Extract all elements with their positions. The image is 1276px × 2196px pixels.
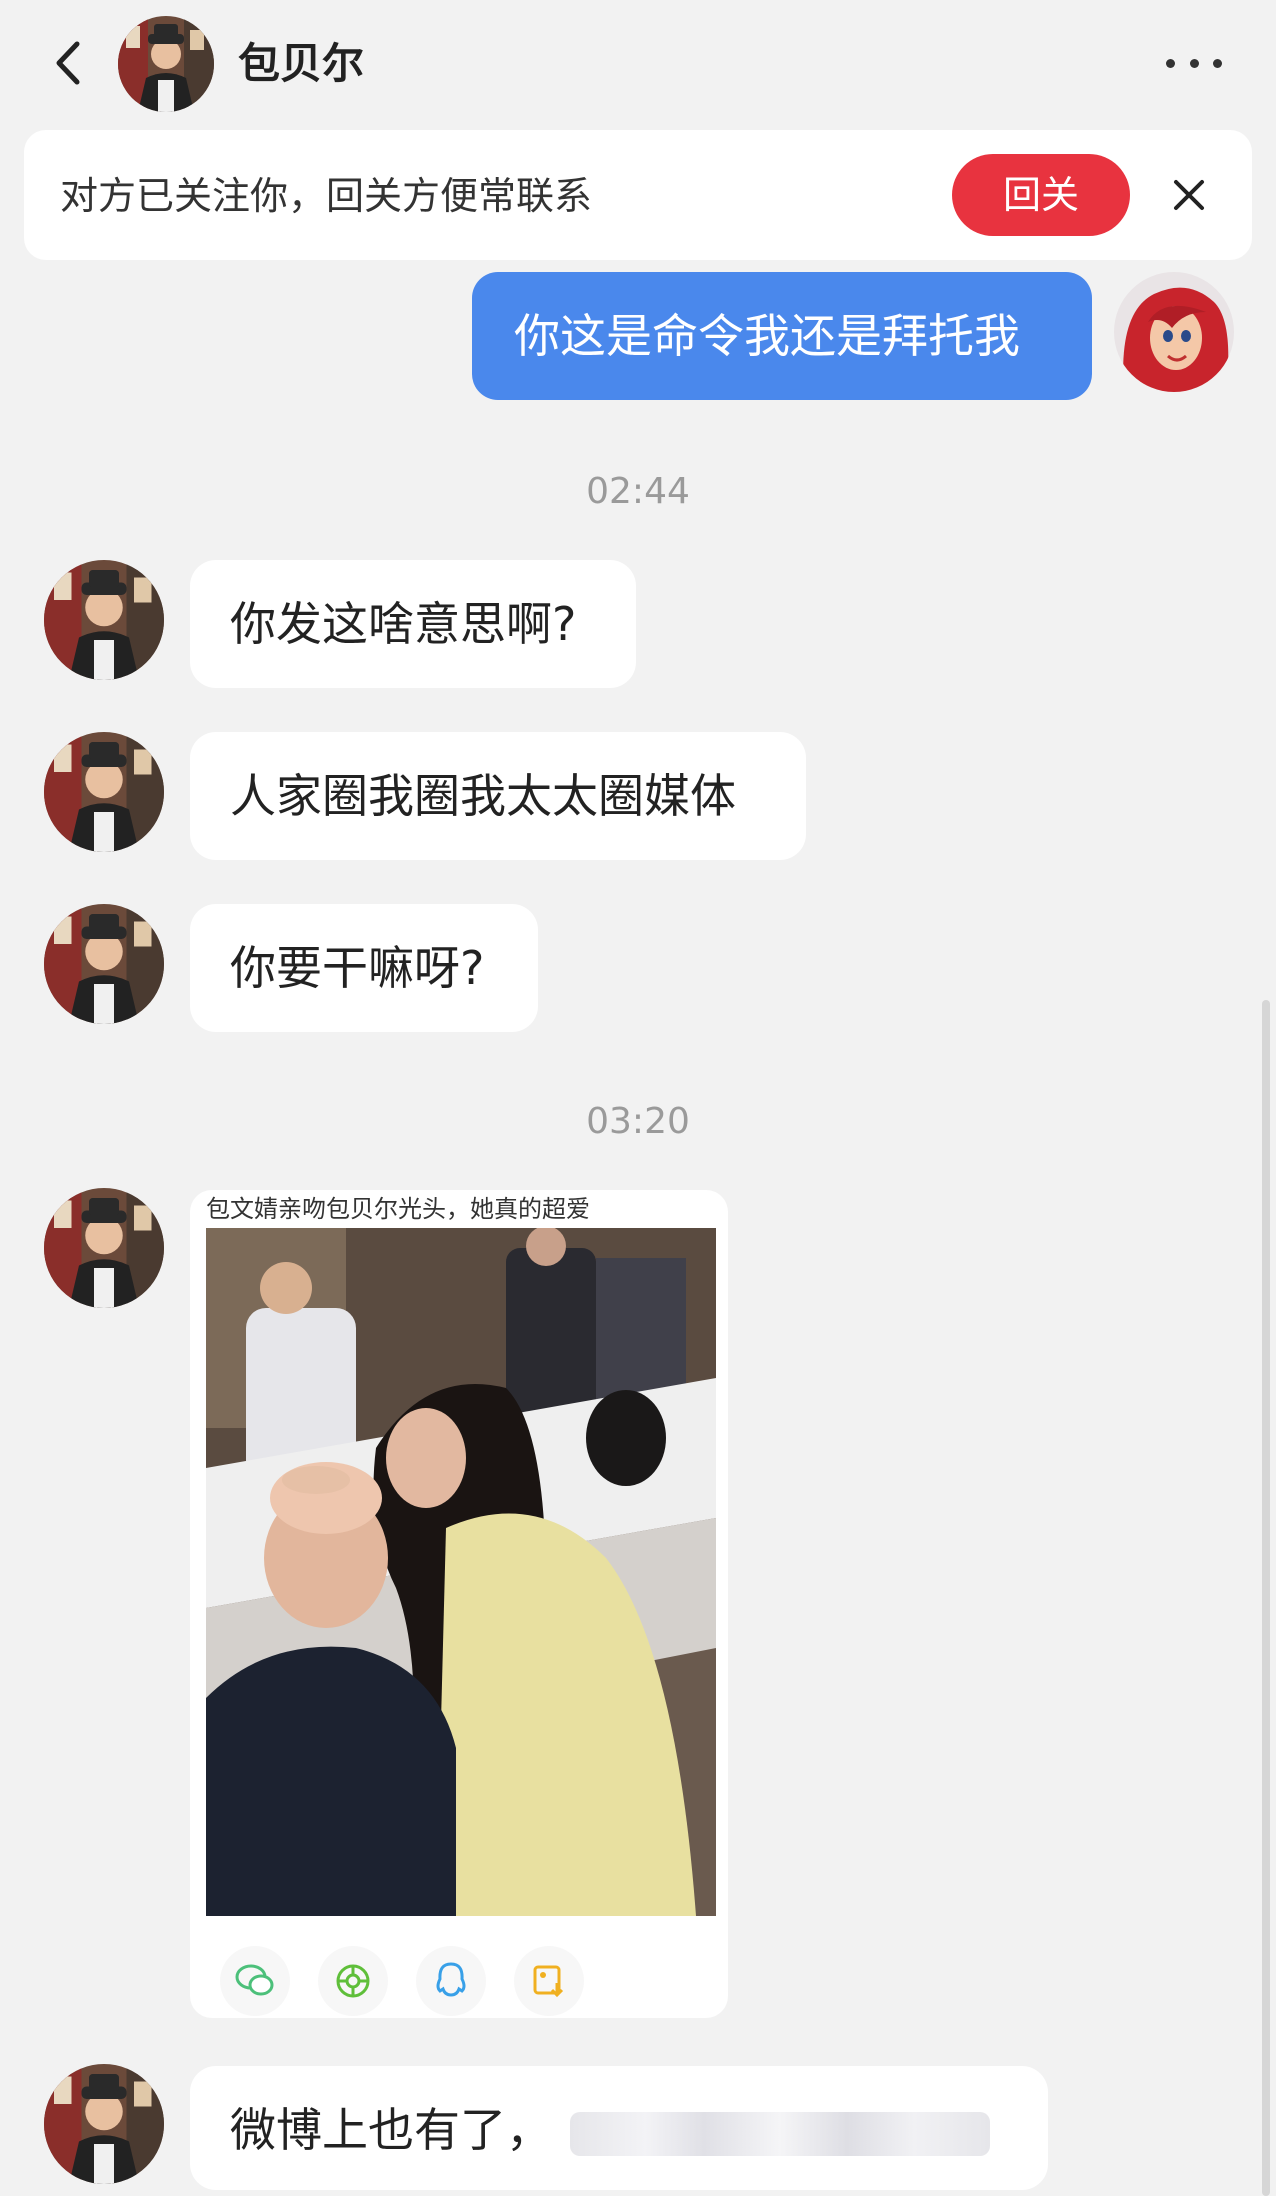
back-button[interactable] — [44, 30, 92, 96]
save-image-button[interactable] — [514, 1946, 584, 2016]
message-text: 微博上也有了， — [230, 2103, 552, 2157]
shared-post-title: 包文婧亲吻包贝尔光头，她真的超爱 — [206, 1195, 590, 1223]
save-image-icon — [533, 1965, 564, 1998]
message-bubble-incoming[interactable]: 人家圈我圈我太太圈媒体 — [190, 732, 806, 860]
more-dot — [1166, 58, 1175, 68]
contact-avatar[interactable] — [44, 904, 164, 1024]
blurred-text — [570, 2111, 990, 2156]
qq-icon — [436, 1962, 466, 1997]
message-bubble-incoming[interactable]: 微博上也有了， — [190, 2066, 1048, 2190]
chevron-left-icon — [56, 41, 80, 85]
message-bubble-outgoing[interactable]: 你这是命令我还是拜托我 — [472, 272, 1092, 400]
contact-name[interactable]: 包贝尔 — [238, 36, 364, 92]
more-dot — [1189, 58, 1199, 68]
more-button[interactable] — [1166, 42, 1222, 84]
follow-back-text: 对方已关注你，回关方便常联系 — [60, 174, 593, 218]
share-wechat-button[interactable] — [220, 1946, 290, 2016]
close-banner-button[interactable] — [1164, 170, 1214, 220]
message-bubble-incoming[interactable]: 你要干嘛呀? — [190, 904, 538, 1032]
contact-avatar[interactable] — [44, 732, 164, 852]
share-actions-row — [206, 1946, 716, 2026]
more-dot — [1213, 58, 1222, 68]
follow-back-button[interactable]: 回关 — [952, 154, 1130, 236]
share-moments-button[interactable] — [318, 1946, 388, 2016]
timestamp: 02:44 — [586, 471, 690, 512]
close-icon — [1174, 180, 1204, 210]
timestamp: 03:20 — [586, 1101, 690, 1142]
contact-avatar[interactable] — [118, 16, 214, 112]
my-avatar[interactable] — [1114, 272, 1234, 392]
message-bubble-incoming[interactable]: 你发这啥意思啊? — [190, 560, 636, 688]
contact-avatar[interactable] — [44, 560, 164, 680]
share-qq-button[interactable] — [416, 1946, 486, 2016]
wechat-icon — [235, 1964, 274, 1996]
scrollbar[interactable] — [1262, 1000, 1270, 2196]
contact-avatar[interactable] — [44, 2064, 164, 2184]
contact-avatar[interactable] — [44, 1188, 164, 1308]
shared-post-image[interactable] — [206, 1228, 716, 1916]
moments-icon — [336, 1964, 370, 1998]
